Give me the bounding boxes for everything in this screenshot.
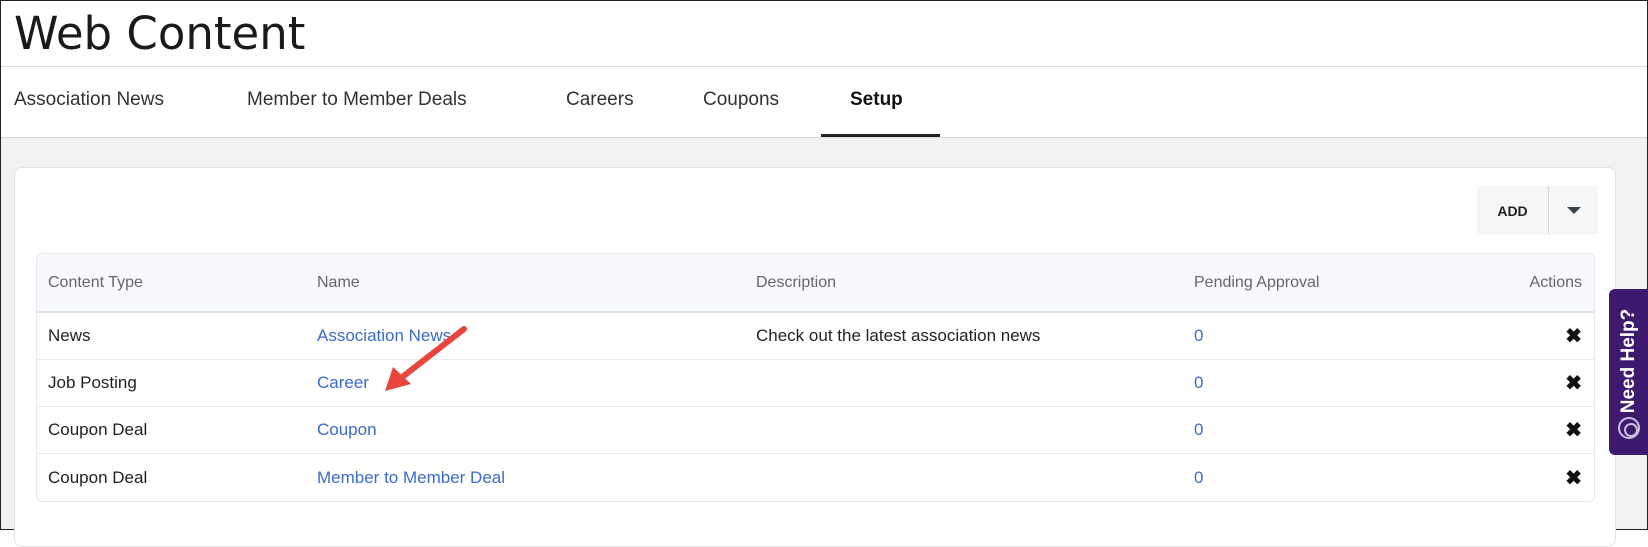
pending-approval-link[interactable]: 0 [1194, 420, 1203, 440]
tab-careers[interactable]: Careers [566, 89, 634, 111]
tab-setup[interactable]: Setup [850, 89, 903, 111]
table-row: Coupon Deal Member to Member Deal 0 ✖ [37, 454, 1594, 501]
name-link[interactable]: Coupon [317, 420, 377, 440]
caret-down-icon [1566, 207, 1581, 214]
tab-member-to-member-deals[interactable]: Member to Member Deals [247, 89, 467, 111]
tab-coupons[interactable]: Coupons [703, 89, 779, 111]
tab-association-news[interactable]: Association News [14, 89, 164, 111]
content-type-cell: News [48, 326, 91, 345]
need-help-label: Need Help? [1618, 308, 1639, 414]
pending-approval-link[interactable]: 0 [1194, 326, 1203, 346]
table-row: Job Posting Career 0 ✖ [37, 360, 1594, 407]
add-split-button: ADD [1477, 186, 1598, 235]
active-tab-indicator [821, 134, 940, 137]
column-header: Name [317, 273, 360, 291]
content-type-cell: Job Posting [48, 373, 137, 392]
delete-icon[interactable]: ✖ [1565, 418, 1582, 443]
delete-icon[interactable]: ✖ [1565, 371, 1582, 396]
delete-icon[interactable]: ✖ [1565, 465, 1582, 490]
table-header: Content Type Name Description Pending Ap… [37, 254, 1594, 313]
column-header: Actions [1529, 273, 1582, 291]
table-row: Coupon Deal Coupon 0 ✖ [37, 407, 1594, 454]
column-header: Description [756, 273, 837, 291]
tab-bar: Association News Member to Member Deals … [1, 67, 1647, 138]
pending-approval-link[interactable]: 0 [1194, 373, 1203, 393]
need-help-button[interactable]: Need Help? [1609, 289, 1648, 455]
add-dropdown-button[interactable] [1549, 186, 1598, 235]
page-title: Web Content [14, 7, 306, 60]
content-type-cell: Coupon Deal [48, 420, 148, 439]
description-cell: Check out the latest association news [756, 326, 1041, 345]
content-types-table: Content Type Name Description Pending Ap… [36, 253, 1595, 502]
name-link[interactable]: Association News [317, 326, 451, 346]
delete-icon[interactable]: ✖ [1565, 324, 1582, 349]
column-header: Content Type [48, 273, 143, 291]
table-row: News Association News Check out the late… [37, 313, 1594, 360]
content-type-cell: Coupon Deal [48, 467, 148, 487]
name-link[interactable]: Career [317, 373, 369, 393]
pending-approval-link[interactable]: 0 [1194, 468, 1203, 488]
column-header: Pending Approval [1194, 273, 1320, 291]
name-link[interactable]: Member to Member Deal [317, 468, 505, 488]
lifebuoy-icon [1618, 417, 1640, 439]
add-button[interactable]: ADD [1477, 186, 1549, 235]
